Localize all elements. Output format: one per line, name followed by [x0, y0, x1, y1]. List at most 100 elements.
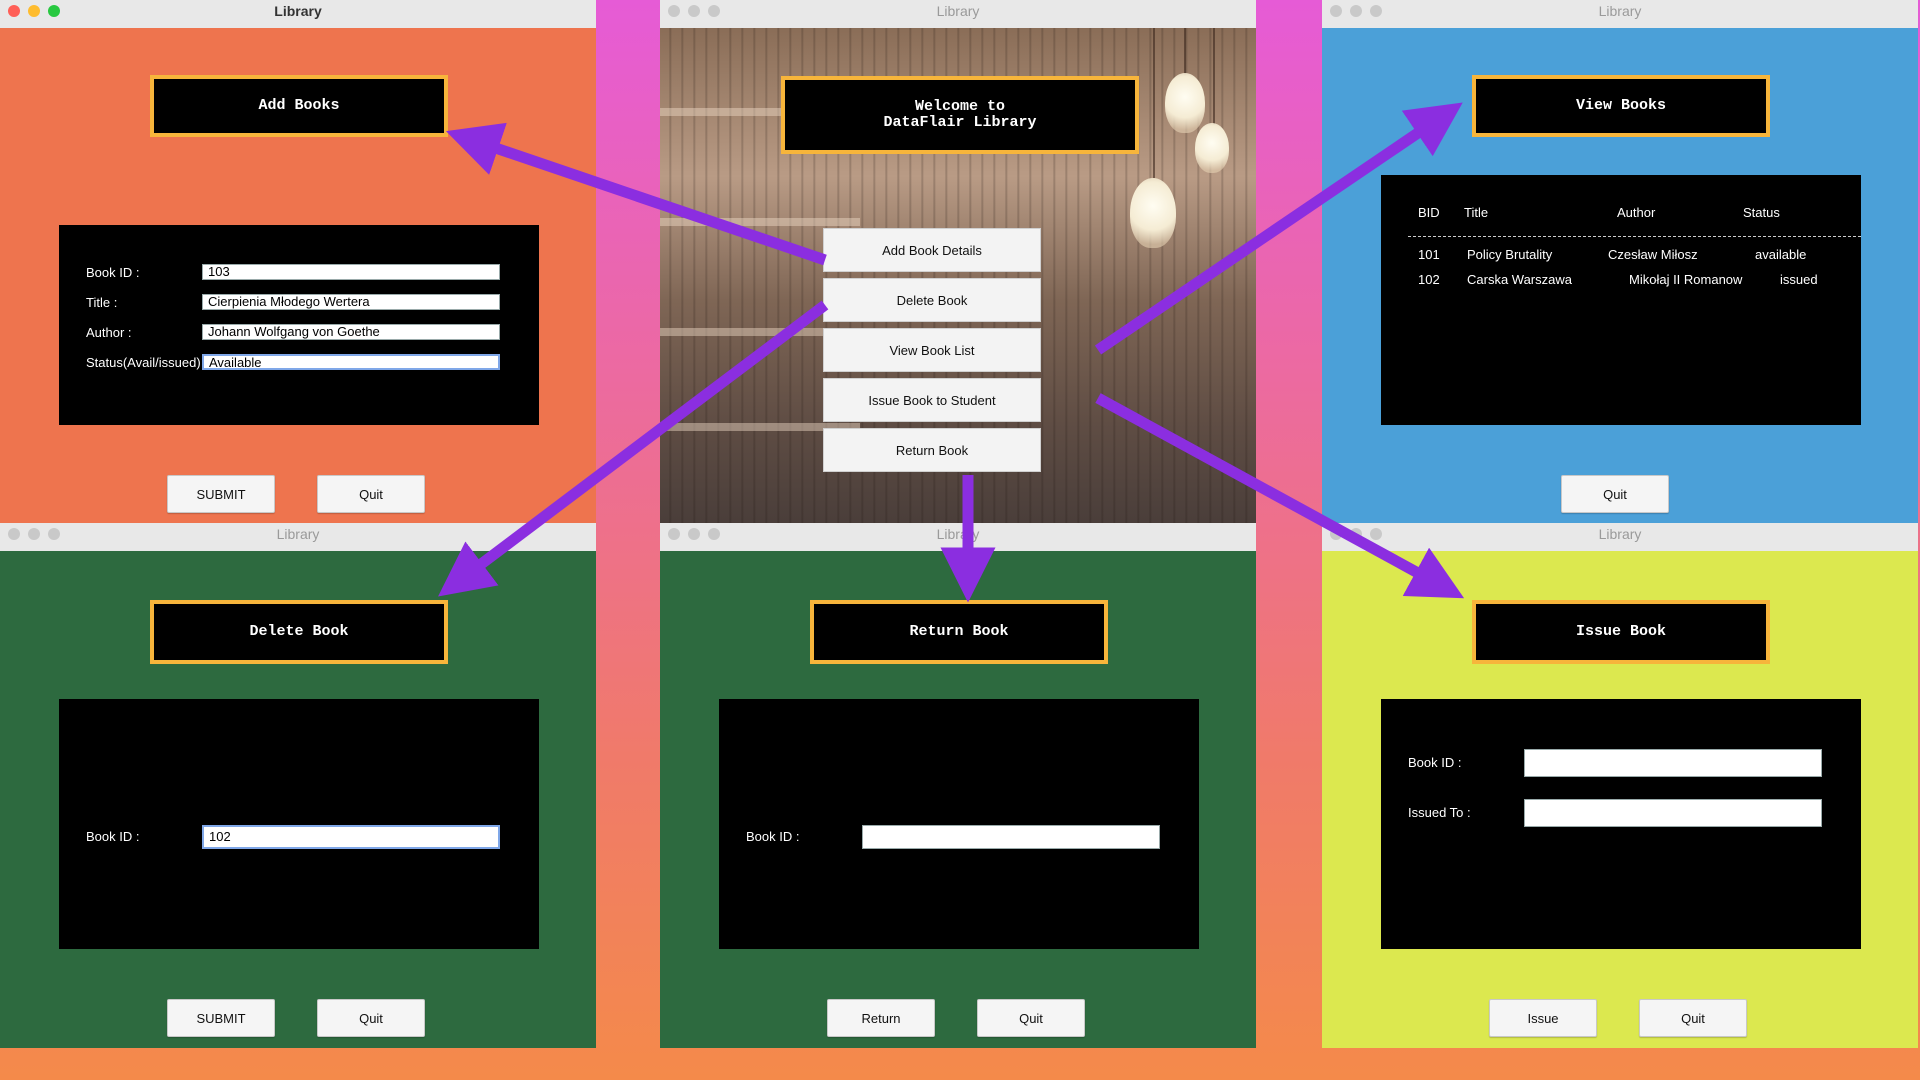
window-controls [8, 5, 60, 17]
submit-button[interactable]: SUBMIT [167, 475, 275, 513]
window-title: Library [276, 526, 320, 542]
book-id-field[interactable] [862, 825, 1160, 849]
cell-status: issued [1780, 272, 1818, 287]
close-icon[interactable] [8, 5, 20, 17]
window-titlebar[interactable]: Library [660, 0, 1256, 29]
issue-button[interactable]: Issue [1489, 999, 1597, 1037]
close-icon[interactable] [8, 528, 20, 540]
quit-button[interactable]: Quit [1561, 475, 1669, 513]
book-list-panel: BID Title Author Status 101 Policy Bruta… [1381, 175, 1861, 425]
add-books-window: Library Add Books Book ID : 103 Title : … [0, 0, 596, 523]
delete-form-panel: Book ID : 102 [59, 699, 539, 949]
delete-book-button[interactable]: Delete Book [823, 278, 1041, 322]
column-header: Title [1464, 205, 1489, 220]
return-form-panel: Book ID : [719, 699, 1199, 949]
window-titlebar[interactable]: Library [0, 0, 596, 29]
quit-button[interactable]: Quit [1639, 999, 1747, 1037]
submit-button[interactable]: SUBMIT [167, 999, 275, 1037]
return-button[interactable]: Return [827, 999, 935, 1037]
minimize-icon[interactable] [1350, 528, 1362, 540]
minimize-icon[interactable] [28, 5, 40, 17]
minimize-icon[interactable] [28, 528, 40, 540]
window-title: Library [1598, 3, 1642, 19]
header-divider [1408, 236, 1861, 237]
title-field[interactable]: Cierpienia Młodego Wertera [202, 294, 500, 310]
maximize-icon[interactable] [1370, 528, 1382, 540]
view-books-body: View Books BID Title Author Status 101 P… [1322, 28, 1918, 523]
add-book-details-button[interactable]: Add Book Details [823, 228, 1041, 272]
issue-form-panel: Book ID : Issued To : [1381, 699, 1861, 949]
status-field[interactable]: Available [202, 354, 500, 370]
minimize-icon[interactable] [1350, 5, 1362, 17]
column-header: Author [1617, 205, 1656, 220]
window-controls [1330, 528, 1382, 540]
return-book-body: Return Book Book ID : Return Quit [660, 551, 1256, 1048]
maximize-icon[interactable] [708, 5, 720, 17]
view-book-list-button[interactable]: View Book List [823, 328, 1041, 372]
minimize-icon[interactable] [688, 528, 700, 540]
return-book-button[interactable]: Return Book [823, 428, 1041, 472]
delete-book-body: Delete Book Book ID : 102 SUBMIT Quit [0, 551, 596, 1048]
window-controls [8, 528, 60, 540]
minimize-icon[interactable] [688, 5, 700, 17]
cell-title: Policy Brutality [1467, 247, 1553, 262]
quit-button[interactable]: Quit [317, 475, 425, 513]
book-id-field[interactable] [1524, 749, 1822, 777]
return-book-heading: Return Book [810, 600, 1108, 664]
column-header: Status [1743, 205, 1780, 220]
window-controls [1330, 5, 1382, 17]
maximize-icon[interactable] [48, 528, 60, 540]
status-label: Status(Avail/issued) [86, 355, 201, 370]
window-title: Library [274, 3, 322, 19]
cell-title: Carska Warszawa [1467, 272, 1572, 287]
close-icon[interactable] [668, 5, 680, 17]
delete-book-window: Library Delete Book Book ID : 102 SUBMIT… [0, 523, 596, 1048]
title-label: Title : [86, 295, 118, 310]
book-id-label: Book ID : [86, 265, 140, 280]
add-books-body: Add Books Book ID : 103 Title : Cierpien… [0, 28, 596, 523]
book-id-label: Book ID : [1408, 755, 1462, 770]
main-menu-window: Library Welcome to DataFlair Library Add… [660, 0, 1256, 523]
add-books-form-panel: Book ID : 103 Title : Cierpienia Młodego… [59, 225, 539, 425]
cell-bid: 102 [1418, 272, 1440, 287]
window-controls [668, 5, 720, 17]
maximize-icon[interactable] [48, 5, 60, 17]
close-icon[interactable] [1330, 5, 1342, 17]
author-label: Author : [86, 325, 132, 340]
quit-button[interactable]: Quit [977, 999, 1085, 1037]
cell-bid: 101 [1418, 247, 1440, 262]
delete-book-heading: Delete Book [150, 600, 448, 664]
welcome-heading: Welcome to DataFlair Library [781, 76, 1139, 154]
issue-book-window: Library Issue Book Book ID : Issued To :… [1322, 523, 1918, 1048]
issue-book-to-student-button[interactable]: Issue Book to Student [823, 378, 1041, 422]
maximize-icon[interactable] [708, 528, 720, 540]
book-id-label: Book ID : [86, 829, 140, 844]
main-menu-body: Welcome to DataFlair Library Add Book De… [660, 28, 1256, 523]
close-icon[interactable] [668, 528, 680, 540]
issued-to-label: Issued To : [1408, 805, 1471, 820]
column-header: BID [1418, 205, 1440, 220]
close-icon[interactable] [1330, 528, 1342, 540]
window-title: Library [936, 3, 980, 19]
window-titlebar[interactable]: Library [0, 523, 596, 552]
cell-status: available [1755, 247, 1807, 262]
window-title: Library [1598, 526, 1642, 542]
view-books-heading: View Books [1472, 75, 1770, 137]
window-titlebar[interactable]: Library [1322, 0, 1918, 29]
author-field[interactable]: Johann Wolfgang von Goethe [202, 324, 500, 340]
book-id-field[interactable]: 103 [202, 264, 500, 280]
window-titlebar[interactable]: Library [660, 523, 1256, 552]
book-id-field[interactable]: 102 [202, 825, 500, 849]
return-book-window: Library Return Book Book ID : Return Qui… [660, 523, 1256, 1048]
quit-button[interactable]: Quit [317, 999, 425, 1037]
issue-book-body: Issue Book Book ID : Issued To : Issue Q… [1322, 551, 1918, 1048]
book-id-label: Book ID : [746, 829, 800, 844]
issued-to-field[interactable] [1524, 799, 1822, 827]
window-title: Library [936, 526, 980, 542]
window-titlebar[interactable]: Library [1322, 523, 1918, 552]
maximize-icon[interactable] [1370, 5, 1382, 17]
add-books-heading: Add Books [150, 75, 448, 137]
cell-author: Czesław Miłosz [1608, 247, 1698, 262]
window-controls [668, 528, 720, 540]
issue-book-heading: Issue Book [1472, 600, 1770, 664]
